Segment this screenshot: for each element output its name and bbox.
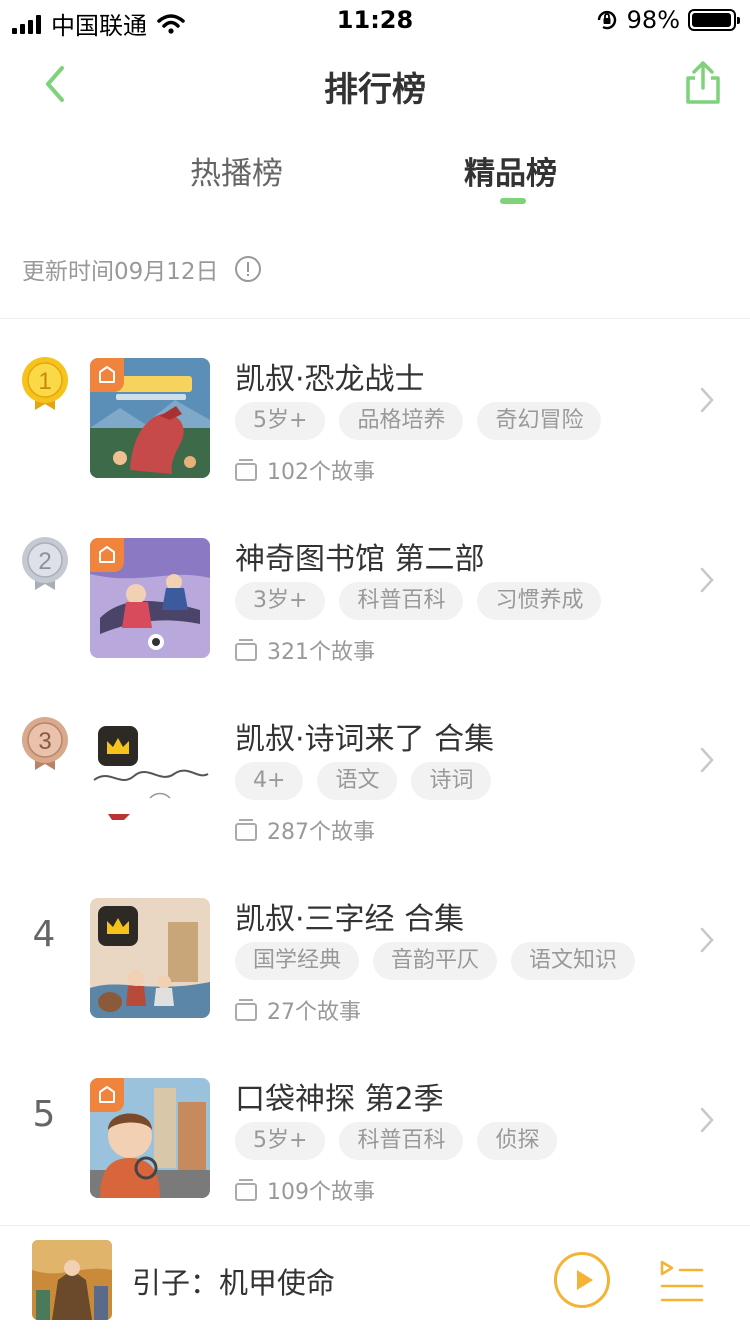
chevron-right-icon [700,1107,714,1133]
tag[interactable]: 4+ [235,762,304,800]
rank-number: 1 [38,368,51,395]
tag-list: 5岁+ 品格培养 奇幻冒险 [235,402,602,440]
info-icon[interactable] [234,256,261,282]
story-count-text: 109个故事 [267,1180,375,1205]
playlist-button[interactable] [658,1258,706,1304]
tag[interactable]: 国学经典 [235,942,360,980]
bronze-medal-icon: 3 [22,717,68,770]
story-count-text: 287个故事 [267,820,375,845]
page-title: 排行榜 [324,70,426,110]
tag-list: 3岁+ 科普百科 习惯养成 [235,582,602,620]
rotation-lock-icon [597,10,616,30]
tag[interactable]: 音韵平仄 [373,942,498,980]
tag[interactable]: 语文知识 [511,942,636,980]
story-count-text: 102个故事 [267,460,375,485]
rank-number: 4 [32,914,56,955]
rank-item-1[interactable]: 1 凯叔·恐龙战士 5岁+ 品格培养 奇幻冒险 102个故事 [0,320,750,500]
chevron-left-icon [46,66,64,102]
tab-hot-chart[interactable]: 热播榜 [190,148,283,193]
ticket-icon [90,1078,124,1112]
play-button[interactable] [554,1252,610,1308]
tag[interactable]: 5岁+ [235,402,326,440]
chevron-right-icon [700,747,714,773]
crown-icon [98,726,138,766]
cover-image [90,898,210,1018]
rank-number: 2 [38,548,51,575]
back-button[interactable] [34,60,78,108]
rank-item-3[interactable]: 3 凯叔·诗词来了 合集 4+ 语文 诗词 287个故事 [0,680,750,860]
silver-medal-icon: 2 [22,537,68,590]
tag[interactable]: 诗词 [411,762,492,800]
item-title: 凯叔·诗词来了 合集 [235,722,495,757]
story-count: 109个故事 [235,1174,375,1206]
battery-icon [688,9,740,31]
cover-image [90,538,210,658]
divider [0,318,750,319]
tag[interactable]: 习惯养成 [477,582,602,620]
battery-percent: 98% [626,6,680,34]
status-right: 98% [595,6,740,34]
story-count: 27个故事 [235,994,361,1026]
tab-bar: 热播榜 精品榜 [0,140,750,210]
tag[interactable]: 科普百科 [339,582,464,620]
ticket-icon [90,538,124,572]
update-time-row: 更新时间09月12日 [22,252,261,286]
item-title: 凯叔·恐龙战士 [235,362,425,397]
rank-item-5[interactable]: 5 口袋神探 第2季 5岁+ 科普百科 侦探 109个故事 [0,1040,750,1220]
story-count: 321个故事 [235,634,375,666]
item-title: 神奇图书馆 第二部 [235,542,485,577]
tag[interactable]: 科普百科 [339,1122,464,1160]
item-title: 口袋神探 第2季 [235,1082,444,1117]
nav-bar: 排行榜 [0,40,750,128]
tag-list: 5岁+ 科普百科 侦探 [235,1122,558,1160]
story-count-text: 27个故事 [267,1000,361,1025]
stack-icon [235,459,257,481]
chevron-right-icon [700,927,714,953]
stack-icon [235,639,257,661]
tag[interactable]: 品格培养 [339,402,464,440]
tab-premium-chart[interactable]: 精品榜 [464,148,557,193]
tag[interactable]: 3岁+ [235,582,326,620]
battery-fill [692,13,732,27]
player-cover-image[interactable] [32,1240,112,1320]
cover-image [90,1078,210,1198]
share-button[interactable] [682,60,724,108]
chevron-right-icon [700,387,714,413]
ticket-icon [90,358,124,392]
story-count-text: 321个故事 [267,640,375,665]
tab-active-indicator [500,198,526,204]
tag[interactable]: 侦探 [477,1122,558,1160]
item-title: 凯叔·三字经 合集 [235,902,465,937]
tag[interactable]: 5岁+ [235,1122,326,1160]
crown-icon [98,906,138,946]
gold-medal-icon: 1 [22,357,68,410]
playlist-icon [660,1260,704,1302]
story-count: 287个故事 [235,814,375,846]
player-track-title: 引子：机甲使命 [132,1266,336,1300]
story-count: 102个故事 [235,454,375,486]
chevron-right-icon [700,567,714,593]
mini-player[interactable]: 引子：机甲使命 [0,1225,750,1334]
cover-image [90,358,210,478]
stack-icon [235,999,257,1021]
status-bar: 中国联通 11:28 98% [0,0,750,40]
update-time-text: 更新时间09月12日 [22,259,219,285]
tag-list: 国学经典 音韵平仄 语文知识 [235,942,636,980]
share-icon [686,61,720,104]
rank-item-4[interactable]: 4 凯叔·三字经 合集 国学经典 音韵平仄 语文知识 27个故事 [0,860,750,1040]
tag[interactable]: 语文 [317,762,398,800]
tag-list: 4+ 语文 诗词 [235,762,492,800]
rank-number: 3 [38,728,51,755]
stack-icon [235,819,257,841]
stack-icon [235,1179,257,1201]
rank-item-2[interactable]: 2 神奇图书馆 第二部 3岁+ 科普百科 习惯养成 321个故事 [0,500,750,680]
rank-number: 5 [32,1094,56,1135]
cover-image [90,718,210,838]
tag[interactable]: 奇幻冒险 [477,402,602,440]
